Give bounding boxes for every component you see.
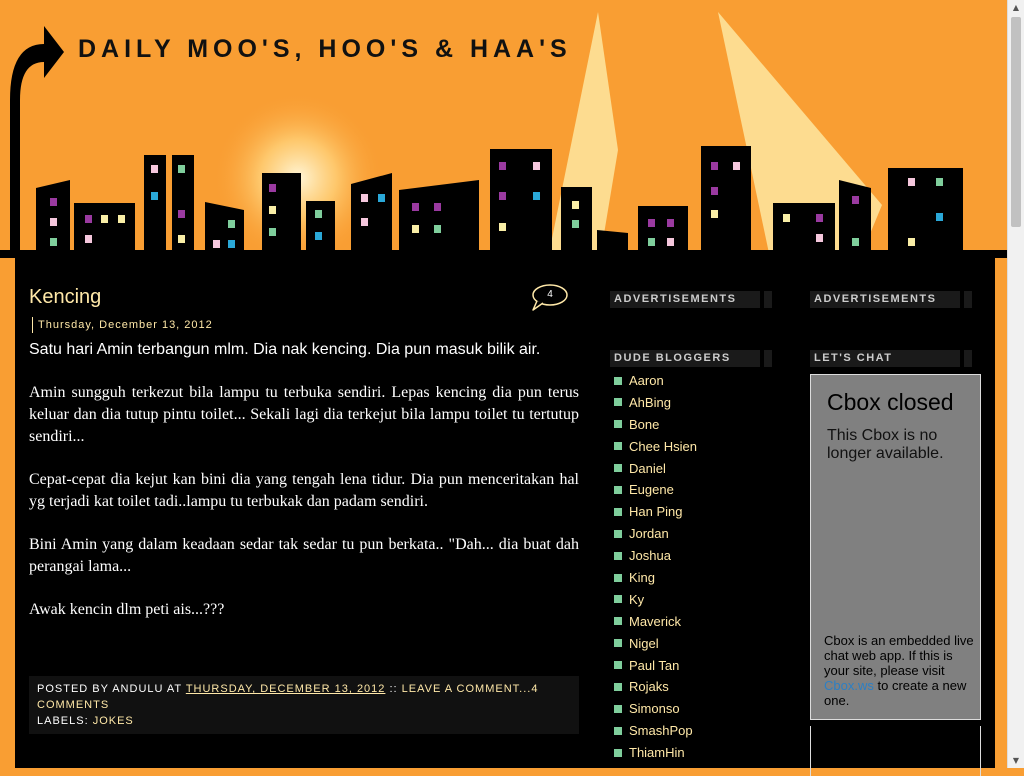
scroll-up-arrow-icon[interactable]: ▲ [1008,0,1024,15]
square-bullet-icon [614,726,622,735]
post-date: Thursday, December 13, 2012 [32,317,213,333]
post-paragraph: Bini Amin yang dalam keadaan sedar tak s… [29,536,579,575]
square-bullet-icon [614,376,622,385]
blogger-link[interactable]: King [614,567,697,589]
scrollbar-thumb[interactable] [1011,17,1021,227]
blogger-name: Paul Tan [629,657,680,673]
blogger-link[interactable]: AhBing [614,392,697,414]
comment-count-bubble[interactable]: 4 [531,283,569,313]
posted-by-label: POSTED BY [37,683,109,695]
blogger-link[interactable]: Chee Hsien [614,436,697,458]
blogger-name: Maverick [629,613,682,629]
post-paragraph: Amin sungguh terkezut bila lampu tu terb… [29,384,579,445]
post-labels-line: LABELS: JOKES [37,713,571,729]
at-label: AT [166,683,182,695]
square-bullet-icon [614,507,622,516]
square-bullet-icon [614,704,622,713]
blogger-link[interactable]: Bone [614,414,697,436]
square-bullet-icon [614,420,622,429]
cbox-info: Cbox is an embedded live chat web app. I… [824,633,974,708]
post-paragraph: Satu hari Amin terbangun mlm. Dia nak ke… [29,341,541,358]
blogger-name: Han Ping [629,504,683,520]
scroll-down-arrow-icon[interactable]: ▼ [1008,753,1024,768]
cbox-subtitle: This Cbox is no longer available. [827,427,944,462]
blogger-name: Joshua [629,548,671,564]
cbox-title: Cbox closed [827,389,954,415]
square-bullet-icon [614,551,622,560]
post-footer: POSTED BY ANDULU AT THURSDAY, DECEMBER 1… [29,676,579,734]
blogger-link[interactable]: Simonso [614,698,697,720]
blogger-name: Bone [629,416,660,432]
ads-heading-left: ADVERTISEMENTS [610,291,772,308]
cbox-widget: Cbox closed This Cbox is no longer avail… [810,374,981,720]
blog-title[interactable]: DAILY MOO'S, HOO'S & HAA'S [78,35,572,64]
post-permalink[interactable]: THURSDAY, DECEMBER 13, 2012 [186,683,386,695]
blogger-link[interactable]: Jordan [614,523,697,545]
square-bullet-icon [614,661,622,670]
blogger-name: Jordan [629,526,669,542]
blogger-name: ThiamHin [629,745,685,761]
blogger-name: SmashPop [629,723,693,739]
blogger-name: Daniel [629,460,666,476]
comment-count: 4 [547,289,553,300]
blogger-name: Nigel [629,635,659,651]
label-jokes-link[interactable]: JOKES [93,715,134,727]
square-bullet-icon [614,639,622,648]
page-scrollbar[interactable]: ▲ ▼ [1007,0,1024,768]
blogger-link[interactable]: Daniel [614,458,697,480]
blogger-link[interactable]: Aaron [614,370,697,392]
blogger-link[interactable]: Eugene [614,479,697,501]
blogger-link[interactable]: Joshua [614,545,697,567]
blogger-name: Rojaks [629,679,669,695]
blogger-name: King [629,570,656,586]
square-bullet-icon [614,486,622,495]
blogger-name: Aaron [629,373,664,388]
main-content: Kencing 4 Thursday, December 13, 2012 Sa… [15,256,995,776]
blogger-link[interactable]: ThiamHin [614,742,697,764]
blogger-name: Chee Hsien [629,438,697,454]
cbox-info-text: Cbox is an embedded live chat web app. I… [824,633,974,678]
bloggers-list: Aaron AhBing Bone Chee Hsien Daniel Eugene Han… [614,370,697,764]
post-paragraph: Awak kencin dlm peti ais...??? [29,601,225,618]
blogger-name: AhBing [629,394,671,410]
square-bullet-icon [614,464,622,473]
blog-header: DAILY MOO'S, HOO'S & HAA'S [0,0,1007,258]
blogger-link[interactable]: Rojaks [614,676,697,698]
square-bullet-icon [614,617,622,626]
blogger-link[interactable]: Paul Tan [614,655,697,677]
square-bullet-icon [614,748,622,757]
cbox-site-link[interactable]: Cbox.ws [824,678,874,693]
labels-label: LABELS: [37,715,89,727]
post-author: ANDULU [112,683,164,695]
blogger-link[interactable]: SmashPop [614,720,697,742]
cbox-frame-lower [810,726,981,776]
blogger-link[interactable]: Han Ping [614,501,697,523]
dude-bloggers-heading: DUDE BLOGGERS [610,350,772,367]
post-meta-line: POSTED BY ANDULU AT THURSDAY, DECEMBER 1… [37,681,571,713]
square-bullet-icon [614,595,622,604]
blogger-link[interactable]: Nigel [614,633,697,655]
square-bullet-icon [614,442,622,451]
square-bullet-icon [614,529,622,538]
square-bullet-icon [614,398,622,407]
footer-separator: :: [389,683,398,695]
blogger-name: Simonso [629,701,680,717]
blogger-link[interactable]: Ky [614,589,697,611]
blogger-name: Eugene [629,482,674,498]
lets-chat-heading: LET'S CHAT [810,350,972,367]
post-body: Satu hari Amin terbangun mlm. Dia nak ke… [29,339,579,642]
square-bullet-icon [614,573,622,582]
post-title[interactable]: Kencing [29,286,101,309]
ads-heading-right: ADVERTISEMENTS [810,291,972,308]
post-paragraph: Cepat-cepat dia kejut kan bini dia yang … [29,471,579,510]
blogger-name: Ky [629,591,645,607]
square-bullet-icon [614,683,622,692]
blogger-link[interactable]: Maverick [614,611,697,633]
